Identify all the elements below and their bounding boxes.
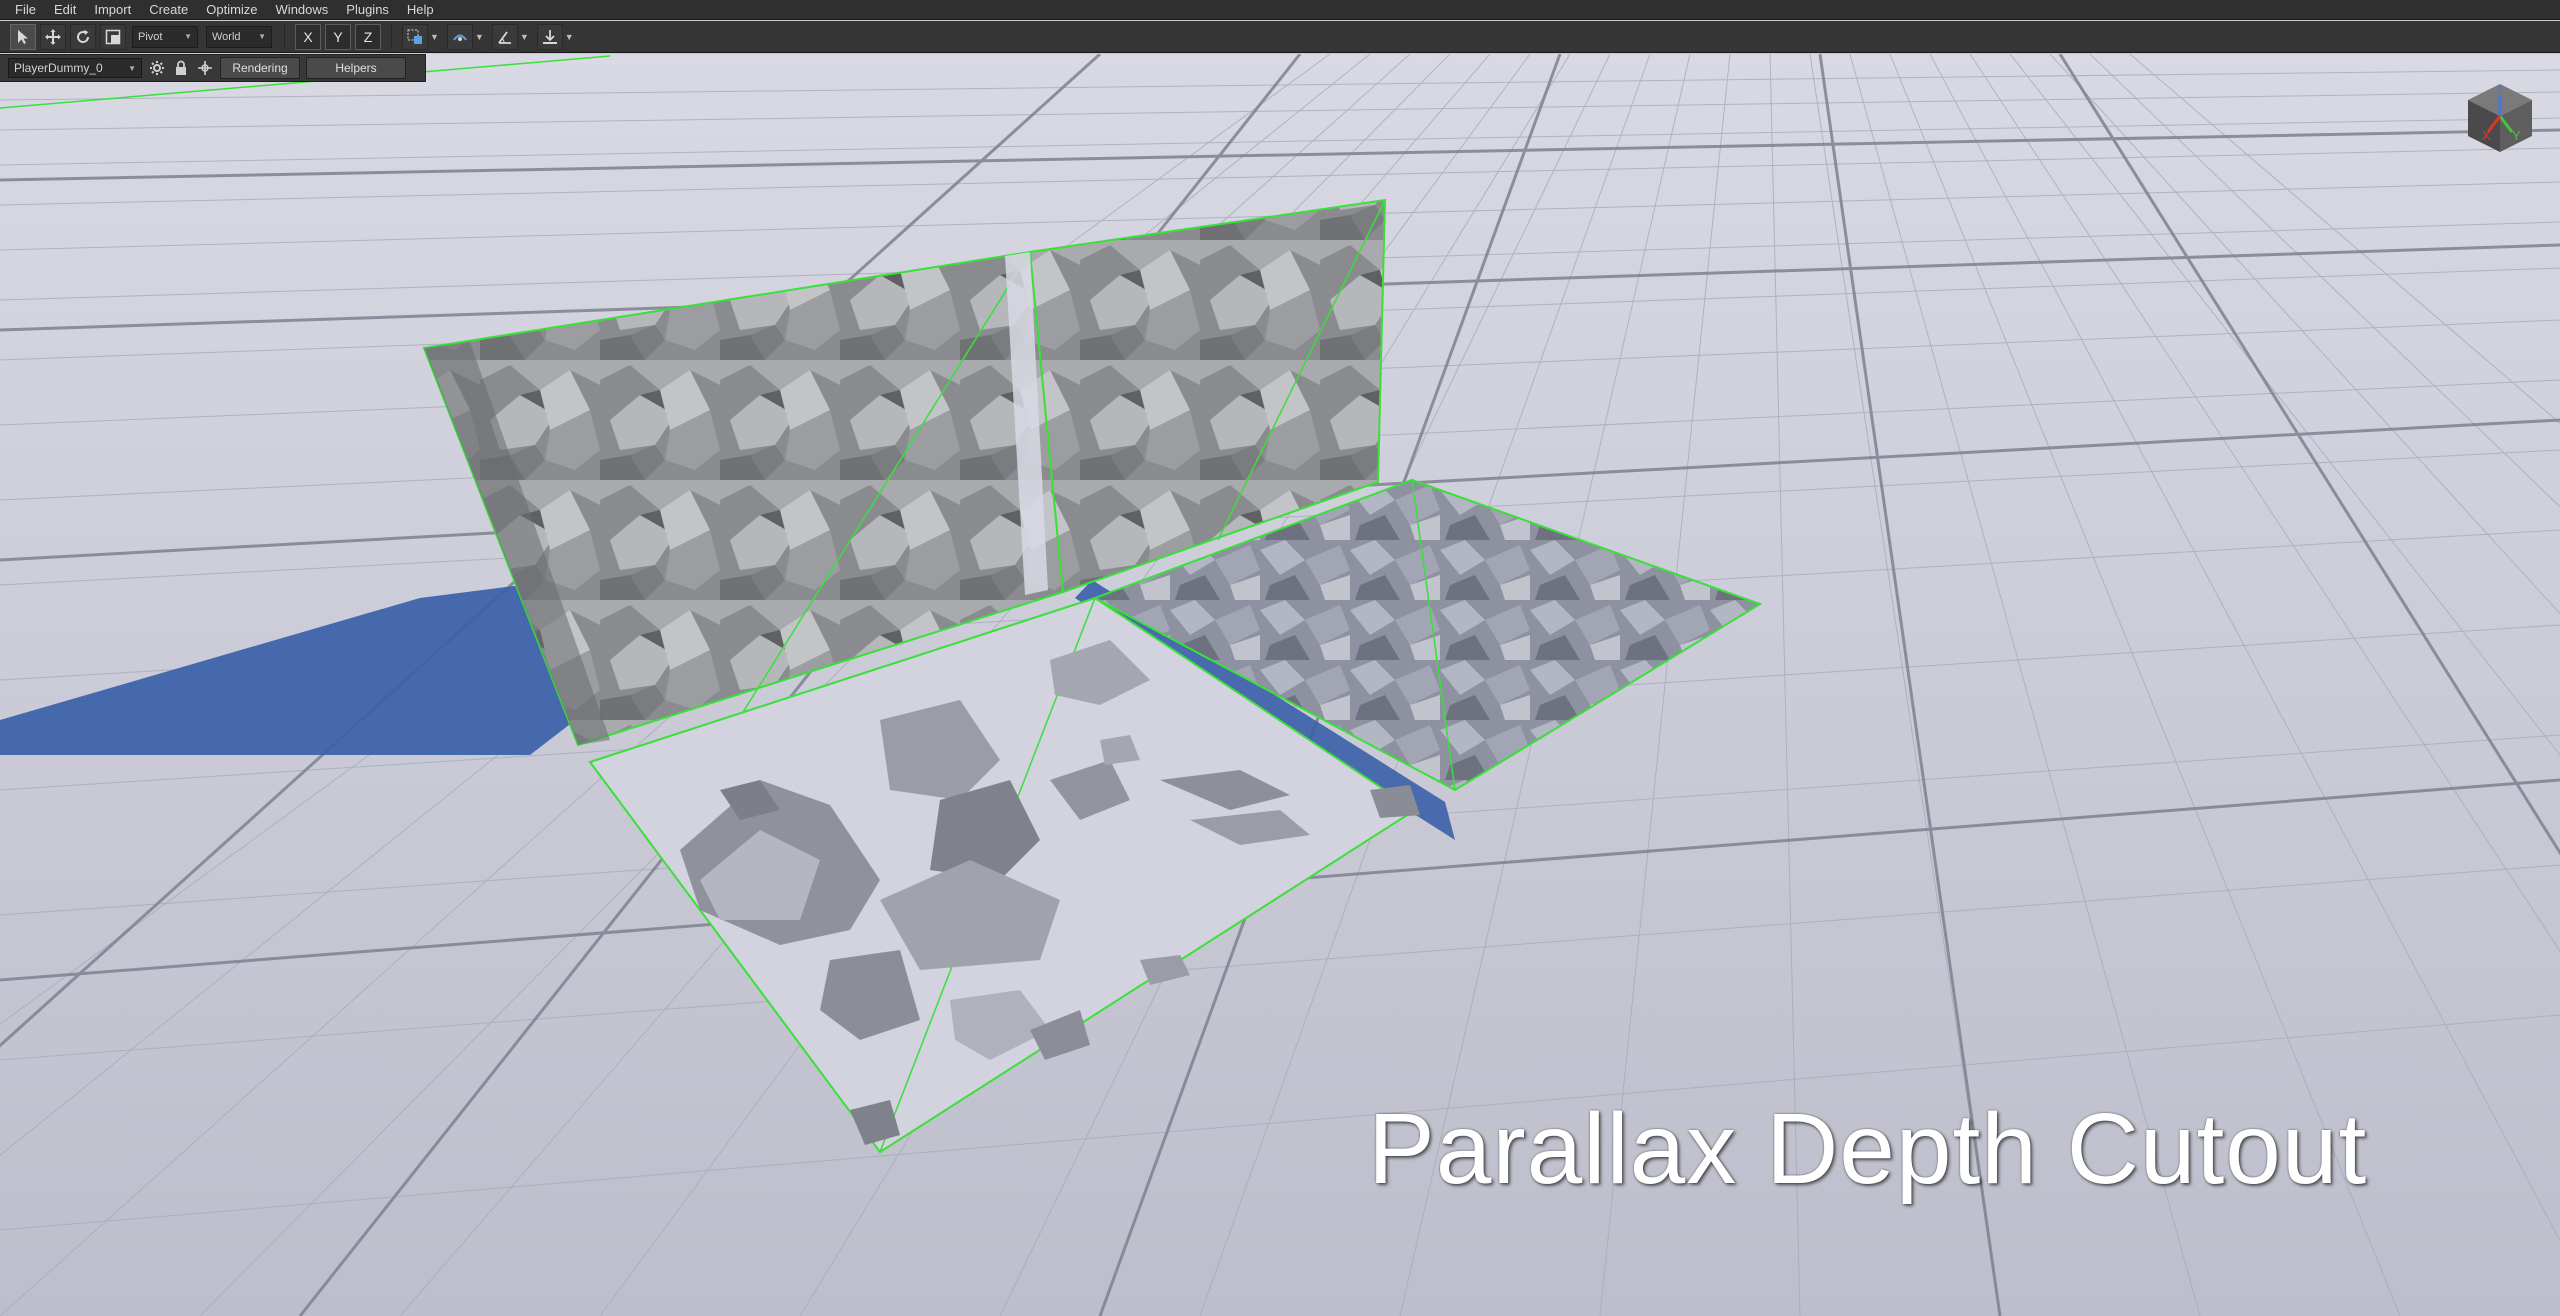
gizmo-y-label: Y bbox=[2512, 128, 2521, 143]
toolbar-divider bbox=[391, 24, 392, 49]
helpers-button[interactable]: Helpers bbox=[306, 57, 406, 79]
angle-snap-icon bbox=[498, 30, 511, 44]
axis-x-button[interactable]: X bbox=[295, 23, 321, 50]
axis-z-button[interactable]: Z bbox=[355, 23, 381, 50]
viewport-header: PlayerDummy_0 ▼ Rendering Helpers bbox=[0, 54, 426, 82]
navigation-cube-gizmo[interactable]: X Y Z bbox=[2462, 80, 2538, 156]
menu-windows[interactable]: Windows bbox=[267, 0, 338, 20]
rendering-button[interactable]: Rendering bbox=[220, 57, 300, 79]
chevron-down-icon: ▼ bbox=[184, 32, 192, 41]
gizmo-x-label: X bbox=[2482, 128, 2491, 143]
menu-help[interactable]: Help bbox=[398, 0, 443, 20]
axis-y-button[interactable]: Y bbox=[325, 23, 351, 50]
snap-to-angle-button[interactable] bbox=[491, 23, 518, 50]
magnet-snap-icon bbox=[453, 34, 467, 41]
snap-to-terrain-button[interactable] bbox=[536, 23, 563, 50]
terrain-snap-icon bbox=[542, 29, 557, 44]
cursor-arrow-icon bbox=[18, 29, 28, 44]
menu-plugins[interactable]: Plugins bbox=[337, 0, 398, 20]
object-select[interactable]: PlayerDummy_0 ▼ bbox=[8, 58, 142, 78]
scale-tool-button[interactable] bbox=[100, 23, 126, 50]
select-tool-button[interactable] bbox=[10, 23, 36, 50]
selection-mask-button[interactable] bbox=[402, 23, 428, 50]
gizmo-z-label: Z bbox=[2497, 85, 2504, 97]
rotate-tool-button[interactable] bbox=[70, 23, 96, 50]
space-coordinate-value: World bbox=[212, 30, 241, 43]
menu-create[interactable]: Create bbox=[140, 0, 197, 20]
space-coordinate-select[interactable]: World ▼ bbox=[206, 25, 272, 48]
menu-optimize[interactable]: Optimize bbox=[197, 0, 266, 20]
chevron-down-icon: ▼ bbox=[258, 32, 266, 41]
main-toolbar: Pivot ▼ World ▼ X Y Z ▼ ▼ ▼ ▼ bbox=[0, 21, 2560, 53]
chevron-down-icon[interactable]: ▼ bbox=[430, 32, 439, 42]
gear-icon bbox=[150, 61, 164, 75]
chevron-down-icon[interactable]: ▼ bbox=[475, 32, 484, 42]
menu-import[interactable]: Import bbox=[85, 0, 140, 20]
toolbar-divider bbox=[284, 24, 285, 49]
crosshair-icon bbox=[198, 61, 212, 75]
move-tool-button[interactable] bbox=[40, 23, 66, 50]
viewport-pan-button[interactable] bbox=[196, 59, 214, 77]
chevron-down-icon: ▼ bbox=[128, 63, 136, 73]
chevron-down-icon[interactable]: ▼ bbox=[565, 32, 574, 42]
menu-edit[interactable]: Edit bbox=[45, 0, 85, 20]
selection-mask-icon bbox=[407, 29, 422, 44]
menu-file[interactable]: File bbox=[6, 0, 45, 20]
menu-bar: File Edit Import Create Optimize Windows… bbox=[0, 0, 2560, 20]
object-select-value: PlayerDummy_0 bbox=[14, 61, 103, 75]
viewport-settings-button[interactable] bbox=[148, 59, 166, 77]
reference-coordinate-select[interactable]: Pivot ▼ bbox=[132, 25, 198, 48]
reference-coordinate-value: Pivot bbox=[138, 30, 163, 43]
lock-icon bbox=[176, 60, 186, 75]
viewport-lock-button[interactable] bbox=[172, 59, 190, 77]
chevron-down-icon[interactable]: ▼ bbox=[520, 32, 529, 42]
snap-to-grid-button[interactable] bbox=[446, 23, 473, 50]
overlay-caption: Parallax Depth Cutout bbox=[1368, 1093, 2368, 1205]
scale-icon bbox=[105, 29, 121, 44]
move-arrows-icon bbox=[45, 28, 61, 45]
rotate-icon bbox=[77, 29, 90, 43]
